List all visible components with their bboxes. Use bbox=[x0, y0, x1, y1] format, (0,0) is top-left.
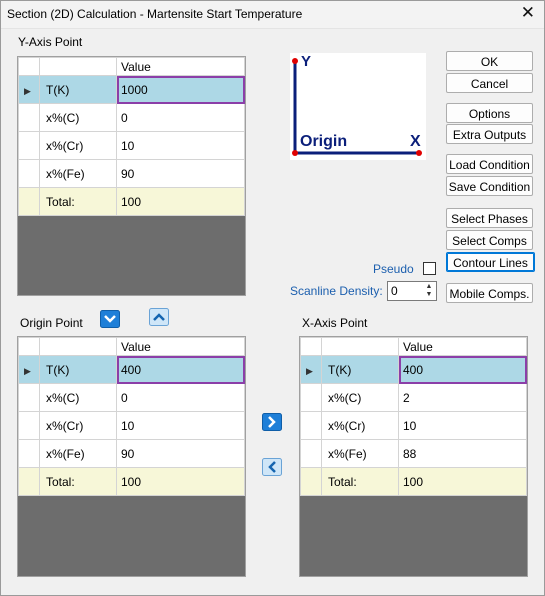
origin-point-marker bbox=[292, 150, 298, 156]
value-cell[interactable]: 0 bbox=[116, 103, 245, 132]
spin-up-icon[interactable]: ▲ bbox=[423, 283, 435, 291]
value-cell[interactable]: 400 bbox=[398, 355, 527, 384]
column-header-value: Value bbox=[116, 57, 245, 76]
total-row: Total: 100 bbox=[300, 467, 527, 496]
chevron-down-icon bbox=[100, 310, 120, 328]
y-axis-heading: Y-Axis Point bbox=[18, 35, 83, 49]
row-pointer-icon: ▶ bbox=[24, 85, 31, 96]
total-label: Total: bbox=[39, 467, 117, 496]
ok-button[interactable]: OK bbox=[446, 51, 533, 71]
y-point-marker bbox=[292, 58, 298, 64]
axis-preview: Y Origin X bbox=[290, 53, 426, 160]
copy-y-to-origin-button[interactable] bbox=[149, 308, 169, 326]
component-name: x%(Cr) bbox=[39, 411, 117, 440]
value-cell[interactable]: 400 bbox=[116, 355, 245, 384]
copy-x-to-origin-button[interactable] bbox=[262, 458, 282, 476]
table-row[interactable]: x%(Cr) 10 bbox=[300, 411, 527, 440]
origin-heading: Origin Point bbox=[20, 316, 83, 330]
x-axis-grid: Value ▶ T(K) 400 x%(C) 2 x%(Cr) 10 x%(Fe) 88 … bbox=[299, 336, 528, 577]
options-button[interactable]: Options bbox=[446, 103, 533, 123]
table-row[interactable]: x%(Cr) 10 bbox=[18, 411, 245, 440]
value-cell[interactable]: 10 bbox=[398, 411, 527, 440]
total-value: 100 bbox=[398, 467, 527, 496]
x-axis-heading: X-Axis Point bbox=[302, 316, 368, 330]
copy-origin-to-y-button[interactable] bbox=[100, 310, 120, 328]
table-row[interactable]: x%(C) 2 bbox=[300, 383, 527, 412]
value-cell[interactable]: 90 bbox=[116, 439, 245, 468]
table-row[interactable]: ▶ T(K) 400 bbox=[300, 355, 527, 384]
total-row: Total: 100 bbox=[18, 467, 245, 496]
pseudo-label: Pseudo bbox=[373, 262, 414, 276]
component-name: x%(C) bbox=[39, 383, 117, 412]
component-name: x%(C) bbox=[321, 383, 399, 412]
total-label: Total: bbox=[321, 467, 399, 496]
component-name: x%(Fe) bbox=[321, 439, 399, 468]
row-pointer-icon: ▶ bbox=[24, 365, 31, 376]
close-icon[interactable]: ✕ bbox=[521, 3, 535, 23]
component-name: T(K) bbox=[321, 355, 399, 384]
spin-down-icon[interactable]: ▼ bbox=[423, 291, 435, 299]
value-cell[interactable]: 1000 bbox=[116, 75, 245, 104]
component-name: x%(Cr) bbox=[321, 411, 399, 440]
scanline-density-label: Scanline Density: bbox=[290, 284, 383, 298]
preview-y-label: Y bbox=[301, 53, 312, 70]
table-row[interactable]: x%(Fe) 90 bbox=[18, 159, 245, 188]
title-bar: Section (2D) Calculation - Martensite St… bbox=[0, 0, 545, 29]
column-header-value: Value bbox=[116, 337, 245, 356]
load-condition-button[interactable]: Load Condition bbox=[446, 154, 533, 174]
total-value: 100 bbox=[116, 467, 245, 496]
scanline-density-spinner[interactable]: 0 ▲ ▼ bbox=[387, 281, 437, 301]
value-cell[interactable]: 2 bbox=[398, 383, 527, 412]
chevron-right-icon bbox=[262, 413, 282, 431]
mobile-comps-button[interactable]: Mobile Comps. bbox=[446, 283, 533, 303]
component-name: T(K) bbox=[39, 355, 117, 384]
table-row[interactable]: x%(Fe) 88 bbox=[300, 439, 527, 468]
component-name: T(K) bbox=[39, 75, 117, 104]
contour-lines-button[interactable]: Contour Lines bbox=[446, 252, 535, 272]
total-label: Total: bbox=[39, 187, 117, 216]
window-title: Section (2D) Calculation - Martensite St… bbox=[7, 7, 303, 21]
table-row[interactable]: x%(Cr) 10 bbox=[18, 131, 245, 160]
pseudo-checkbox[interactable] bbox=[423, 262, 436, 275]
value-cell[interactable]: 90 bbox=[116, 159, 245, 188]
table-row[interactable]: ▶ T(K) 400 bbox=[18, 355, 245, 384]
select-comps-button[interactable]: Select Comps bbox=[446, 230, 533, 250]
table-row[interactable]: x%(C) 0 bbox=[18, 103, 245, 132]
value-cell[interactable]: 10 bbox=[116, 411, 245, 440]
y-axis-grid: Value ▶ T(K) 1000 x%(C) 0 x%(Cr) 10 x%(Fe) 90… bbox=[17, 56, 246, 296]
column-header-value: Value bbox=[398, 337, 527, 356]
value-cell[interactable]: 0 bbox=[116, 383, 245, 412]
select-phases-button[interactable]: Select Phases bbox=[446, 208, 533, 228]
component-name: x%(Fe) bbox=[39, 439, 117, 468]
total-row: Total: 100 bbox=[18, 187, 245, 216]
value-cell[interactable]: 88 bbox=[398, 439, 527, 468]
component-name: x%(Cr) bbox=[39, 131, 117, 160]
value-cell[interactable]: 10 bbox=[116, 131, 245, 160]
extra-outputs-button[interactable]: Extra Outputs bbox=[446, 124, 533, 144]
scanline-density-value[interactable]: 0 bbox=[391, 284, 398, 298]
cancel-button[interactable]: Cancel bbox=[446, 73, 533, 93]
chevron-up-icon bbox=[149, 308, 169, 326]
preview-origin-label: Origin bbox=[300, 133, 348, 150]
preview-x-label: X bbox=[410, 133, 421, 150]
component-name: x%(Fe) bbox=[39, 159, 117, 188]
component-name: x%(C) bbox=[39, 103, 117, 132]
table-row[interactable]: ▶ T(K) 1000 bbox=[18, 75, 245, 104]
row-pointer-icon: ▶ bbox=[306, 365, 313, 376]
copy-origin-to-x-button[interactable] bbox=[262, 413, 282, 431]
save-condition-button[interactable]: Save Condition bbox=[446, 176, 533, 196]
table-row[interactable]: x%(Fe) 90 bbox=[18, 439, 245, 468]
total-value: 100 bbox=[116, 187, 245, 216]
origin-grid: Value ▶ T(K) 400 x%(C) 0 x%(Cr) 10 x%(Fe) 90 … bbox=[17, 336, 246, 577]
table-row[interactable]: x%(C) 0 bbox=[18, 383, 245, 412]
chevron-left-icon bbox=[262, 458, 282, 476]
